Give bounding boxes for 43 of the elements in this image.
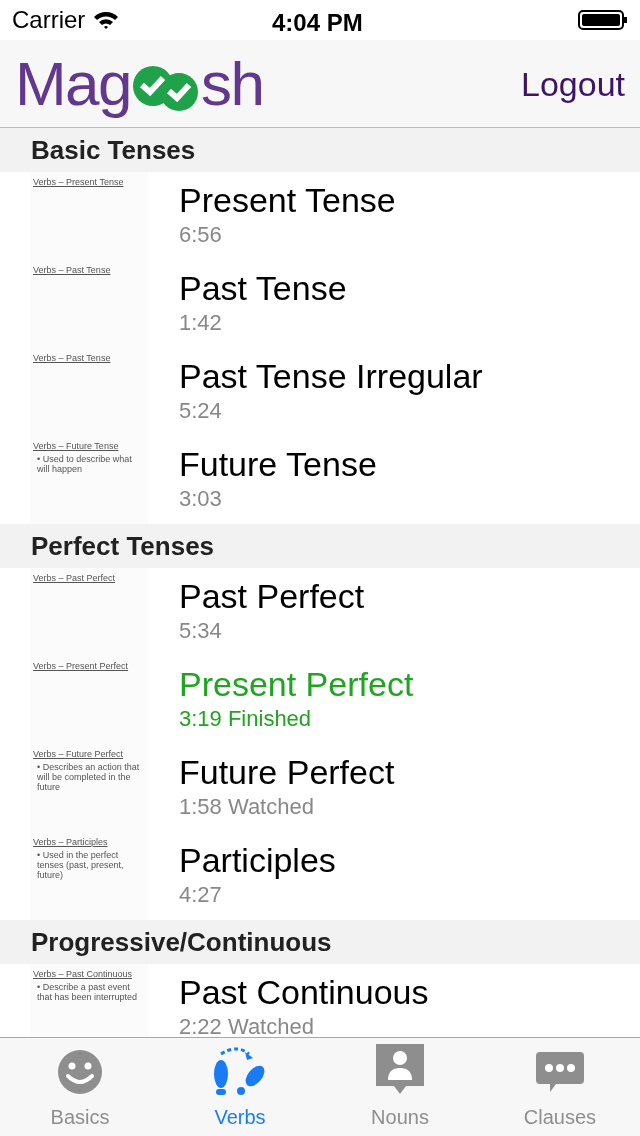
slide-title: Verbs – Past Perfect	[33, 573, 117, 583]
slide-title: Verbs – Future Perfect	[33, 749, 125, 759]
slide-title: Verbs – Future Tense	[33, 441, 120, 451]
clock-time: 4:04 PM	[272, 8, 363, 38]
battery-icon	[578, 10, 628, 30]
slide-title: Verbs – Participles	[33, 837, 109, 847]
lesson-title: Future Tense	[179, 444, 377, 484]
lesson-duration: 5:24	[179, 397, 223, 425]
lesson-title: Past Perfect	[179, 576, 365, 616]
lesson-title: Participles	[179, 840, 336, 880]
lesson-title: Present Tense	[179, 180, 396, 220]
tab[interactable]: Verbs	[160, 1038, 320, 1136]
lesson-duration: 2:22 Watched	[179, 1013, 315, 1037]
lesson-duration: 1:42	[179, 309, 223, 337]
slide-title: Verbs – Past Tense	[33, 353, 112, 363]
lesson-title: Past Tense Irregular	[179, 356, 483, 396]
slide-title: Verbs – Past Continuous	[33, 969, 134, 979]
section-header: Perfect Tenses	[31, 529, 215, 563]
slide-bullet: • Describes an action that will be completed in the future	[36, 762, 141, 792]
lesson-title: Present Perfect	[179, 664, 414, 704]
wifi-icon	[93, 10, 120, 30]
logout-button[interactable]: Logout	[521, 59, 625, 110]
slide-bullet: • Used to describe what will happen	[36, 454, 133, 474]
slide-title: Verbs – Present Tense	[33, 177, 125, 187]
lesson-title: Future Perfect	[179, 752, 395, 792]
slide-title: Verbs – Past Tense	[33, 265, 112, 275]
lesson-duration: 4:27	[179, 881, 223, 909]
lesson-duration: 3:19 Finished	[179, 705, 313, 733]
lesson-title: Past Tense	[179, 268, 347, 308]
section-header: Basic Tenses	[31, 133, 196, 167]
lesson-duration: 6:56	[179, 221, 223, 249]
lesson-title: Past Continuous	[179, 972, 429, 1012]
contact-card-icon	[376, 1044, 424, 1096]
slide-bullet: • Describe a past event that has been interrupted	[36, 982, 139, 1002]
checkmark-circles-icon	[130, 65, 201, 112]
smiley-icon	[56, 1048, 104, 1096]
lesson-duration: 1:58 Watched	[179, 793, 315, 821]
slide-title: Verbs – Present Perfect	[33, 661, 130, 671]
lesson-duration: 3:03	[179, 485, 223, 513]
carrier-name: Carrier	[12, 5, 86, 35]
slide-bullet: • Used in the perfect tenses (past, present, future)	[36, 850, 125, 880]
section-header: Progressive/Continuous	[31, 925, 332, 959]
lesson-duration: 5:34	[179, 617, 223, 645]
